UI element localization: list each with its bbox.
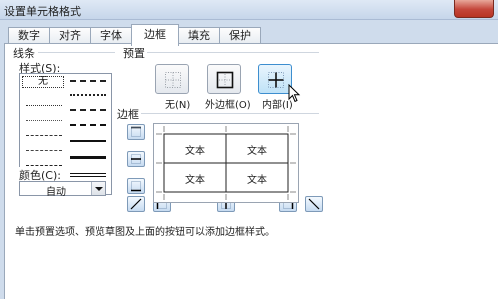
- title-bar: 设置单元格格式: [0, 0, 498, 20]
- color-dropdown[interactable]: 自动: [19, 181, 106, 198]
- border-diagonal-down-button[interactable]: [305, 196, 323, 212]
- preview-cell-text: 文本: [247, 175, 267, 186]
- line-style-option[interactable]: [70, 140, 106, 142]
- preview-cell-text: 文本: [247, 146, 267, 157]
- line-style-option[interactable]: [70, 156, 106, 159]
- border-bottom-icon: [131, 181, 141, 192]
- border-bottom-button[interactable]: [127, 178, 145, 194]
- line-style-option[interactable]: [70, 109, 106, 111]
- diagonal-up-icon: [130, 198, 142, 210]
- preview-grid: [156, 126, 296, 200]
- border-inside-horizontal-icon: [131, 154, 141, 164]
- line-style-option[interactable]: [26, 105, 62, 106]
- border-group-divider: [141, 113, 319, 114]
- border-group-label: 边框: [117, 106, 142, 122]
- line-style-option[interactable]: [70, 173, 106, 177]
- presets-group-divider: [147, 52, 319, 53]
- line-style-option[interactable]: [70, 80, 106, 82]
- preset-inside-button[interactable]: [258, 64, 292, 94]
- color-value: 自动: [46, 187, 66, 198]
- border-diagonal-up-button[interactable]: [127, 196, 145, 212]
- preset-outline-button[interactable]: [207, 64, 241, 94]
- preset-none-label: 无(N): [165, 100, 191, 111]
- line-style-option[interactable]: [70, 94, 106, 96]
- no-border-icon: [165, 72, 181, 88]
- border-tab-panel: 线条 样式(S): 无 颜色(C): 自动 预置 无(N) 外边框(O) 内部(…: [4, 43, 498, 299]
- tab-border[interactable]: 边框: [131, 24, 179, 46]
- preview-cell-text: 文本: [185, 175, 205, 186]
- border-inside-horizontal-button[interactable]: [127, 151, 145, 167]
- line-style-none[interactable]: 无: [22, 76, 64, 88]
- inside-border-icon: [268, 72, 284, 88]
- line-style-option[interactable]: [26, 135, 62, 136]
- diagonal-down-icon: [308, 198, 320, 210]
- window-title: 设置单元格格式: [4, 5, 81, 18]
- tab-strip: 数字 对齐 字体 边框 填充 保护: [8, 24, 261, 46]
- hint-text: 单击预置选项、预览草图及上面的按钮可以添加边框样式。: [15, 227, 275, 238]
- presets-group-label: 预置: [123, 45, 148, 61]
- outline-icon: [216, 71, 234, 89]
- line-style-option[interactable]: [70, 124, 106, 126]
- line-style-option[interactable]: [26, 150, 62, 151]
- close-button[interactable]: [454, 0, 494, 18]
- line-group-label: 线条: [13, 45, 38, 61]
- line-style-option[interactable]: [26, 165, 62, 166]
- preview-cell-text: 文本: [185, 146, 205, 157]
- chevron-down-icon[interactable]: [91, 182, 105, 195]
- border-preview[interactable]: 文本 文本 文本 文本: [153, 123, 299, 203]
- line-group-divider: [35, 52, 115, 53]
- preset-inside-label: 内部(I): [262, 100, 293, 111]
- preset-none-button[interactable]: [155, 64, 189, 94]
- line-style-option[interactable]: [26, 120, 62, 121]
- border-top-button[interactable]: [127, 124, 145, 140]
- preset-outline-label: 外边框(O): [205, 100, 251, 111]
- border-top-icon: [131, 126, 141, 137]
